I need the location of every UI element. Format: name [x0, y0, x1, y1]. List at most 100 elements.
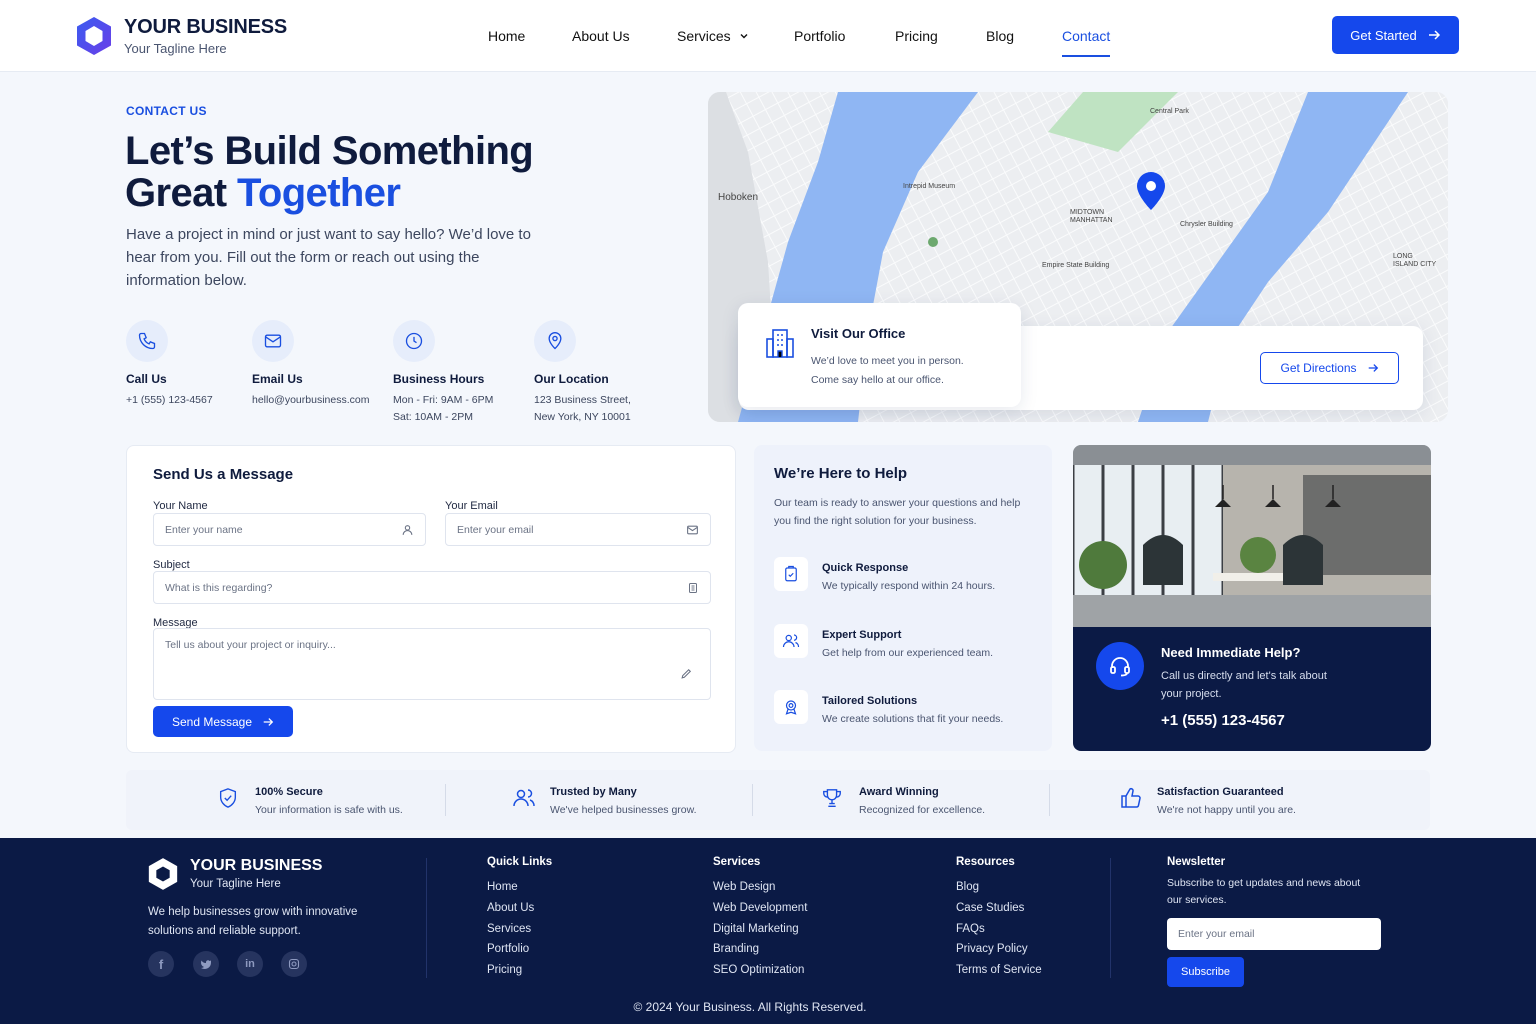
contact-info-value: Mon - Fri: 9AM - 6PM Sat: 10AM - 2PM [393, 394, 494, 423]
site-footer: YOUR BUSINESS Your Tagline Here We help … [0, 838, 1536, 1024]
email-input[interactable]: Enter your email [445, 513, 711, 546]
nav-about[interactable]: About Us [572, 28, 630, 44]
feature-award: Award Winning Recognized for excellence. [821, 786, 985, 816]
brand-name: YOUR BUSINESS [124, 16, 287, 38]
help-item-title: Expert Support [822, 629, 902, 641]
footer-link-branding[interactable]: Branding [713, 943, 759, 955]
hexagon-logo-icon [77, 17, 111, 55]
contact-info-email[interactable]: Email Us hello@yourbusiness.com [252, 320, 369, 409]
immediate-help-phone[interactable]: +1 (555) 123-4567 [1161, 712, 1285, 729]
newsletter-email-input[interactable]: Enter your email [1167, 918, 1381, 950]
linkedin-icon[interactable]: in [237, 951, 263, 977]
footer-link-case-studies[interactable]: Case Studies [956, 902, 1024, 914]
shield-check-icon [219, 788, 237, 808]
get-started-button[interactable]: Get Started [1332, 16, 1459, 54]
footer-link-digital-marketing[interactable]: Digital Marketing [713, 923, 799, 935]
contact-info-value: hello@yourbusiness.com [252, 394, 370, 406]
get-directions-label: Get Directions [1280, 361, 1357, 375]
contact-info-label: Our Location [534, 372, 609, 386]
send-message-button[interactable]: Send Message [153, 706, 293, 737]
subscribe-button[interactable]: Subscribe [1167, 957, 1244, 987]
badge-icon [785, 700, 797, 715]
immediate-help-title: Need Immediate Help? [1161, 645, 1301, 660]
help-title: We’re Here to Help [774, 465, 908, 482]
office-map[interactable]: Hoboken MIDTOWN MANHATTAN Empire State Bu… [708, 92, 1448, 422]
name-placeholder: Enter your name [165, 523, 243, 536]
feature-desc: Your information is safe with us. [255, 804, 403, 816]
get-started-label: Get Started [1350, 27, 1417, 43]
clipboard-check-icon [785, 565, 797, 582]
contact-info-hours: Business Hours Mon - Fri: 9AM - 6PM Sat:… [393, 320, 493, 426]
message-textarea[interactable]: Tell us about your project or inquiry... [153, 628, 711, 700]
brand-logo[interactable]: YOUR BUSINESS Your Tagline Here [76, 16, 287, 56]
contact-info-value: +1 (555) 123-4567 [126, 394, 213, 406]
feature-desc: Recognized for excellence. [859, 804, 986, 816]
headset-icon [1110, 657, 1130, 677]
feature-satisfaction: Satisfaction Guaranteed We're not happy … [1119, 786, 1296, 816]
contact-info-value: 123 Business Street, New York, NY 10001 [534, 394, 631, 423]
name-input[interactable]: Enter your name [153, 513, 426, 546]
thumbs-up-icon [1121, 787, 1141, 808]
subject-label: Subject [153, 559, 190, 571]
location-pin-icon [548, 332, 562, 350]
help-item-desc: Get help from our experienced team. [822, 647, 994, 659]
nav-services[interactable]: Services [677, 28, 749, 44]
facebook-icon[interactable]: f [148, 951, 174, 977]
contact-info-label: Email Us [252, 372, 303, 386]
tailored-solutions-icon-box [774, 690, 808, 724]
footer-link-web-design[interactable]: Web Design [713, 881, 775, 893]
map-label-chrysler: Chrysler Building [1180, 221, 1233, 228]
send-message-label: Send Message [171, 714, 253, 729]
nav-contact[interactable]: Contact [1062, 28, 1111, 57]
contact-info-phone[interactable]: Call Us +1 (555) 123-4567 [126, 320, 213, 409]
footer-brand[interactable]: YOUR BUSINESS Your Tagline Here [148, 857, 322, 891]
feature-trusted: Trusted by Many We've helped businesses … [512, 786, 697, 816]
title-accent: Together [237, 171, 401, 215]
footer-link-portfolio[interactable]: Portfolio [487, 943, 529, 955]
help-desc: Our team is ready to answer your questio… [774, 497, 1021, 527]
trophy-icon [823, 789, 841, 807]
form-title: Send Us a Message [153, 466, 294, 483]
footer-link-web-development[interactable]: Web Development [713, 902, 807, 914]
twitter-icon[interactable] [193, 951, 219, 977]
visit-office-desc-line: We’d love to meet you in person. [811, 355, 964, 367]
nav-home[interactable]: Home [488, 28, 525, 44]
footer-link-pricing[interactable]: Pricing [487, 964, 522, 976]
phone-icon-circle [126, 320, 168, 362]
instagram-icon[interactable] [281, 951, 307, 977]
footer-link-home[interactable]: Home [487, 881, 518, 893]
contact-info-location: Our Location 123 Business Street, New Yo… [534, 320, 631, 426]
get-directions-button[interactable]: Get Directions [1260, 352, 1399, 384]
footer-divider [426, 858, 427, 978]
nav-services-label: Services [677, 28, 731, 44]
contact-form: Send Us a Message Your Name Enter your n… [126, 445, 736, 753]
nav-blog[interactable]: Blog [986, 28, 1014, 44]
feature-divider [752, 784, 753, 816]
footer-link-about[interactable]: About Us [487, 902, 534, 914]
nav-pricing[interactable]: Pricing [895, 28, 938, 44]
immediate-help-desc: Call us directly and let's talk about yo… [1161, 670, 1327, 700]
feature-title: 100% Secure [255, 786, 323, 798]
expert-support-icon-box [774, 624, 808, 658]
footer-brand-tagline: Your Tagline Here [190, 878, 281, 890]
newsletter-desc: Subscribe to get updates and news about … [1167, 877, 1361, 906]
title-line-2: Great Together [125, 172, 645, 214]
visit-office-desc: We’d love to meet you in person. Come sa… [811, 352, 964, 390]
mail-icon-circle [252, 320, 294, 362]
feature-desc: We're not happy until you are. [1157, 804, 1296, 816]
footer-link-privacy[interactable]: Privacy Policy [956, 943, 1028, 955]
feature-divider [1049, 784, 1050, 816]
help-item-desc: We create solutions that fit your needs. [822, 713, 1004, 725]
footer-link-services[interactable]: Services [487, 923, 531, 935]
footer-link-terms[interactable]: Terms of Service [956, 964, 1042, 976]
footer-link-blog[interactable]: Blog [956, 881, 979, 893]
contact-info-label: Call Us [126, 372, 167, 386]
immediate-help-panel: Need Immediate Help? Call us directly an… [1073, 627, 1431, 751]
clock-icon-circle [393, 320, 435, 362]
nav-portfolio[interactable]: Portfolio [794, 28, 845, 44]
help-item-title: Quick Response [822, 562, 909, 574]
footer-link-seo[interactable]: SEO Optimization [713, 964, 804, 976]
footer-link-faqs[interactable]: FAQs [956, 923, 985, 935]
subject-input[interactable]: What is this regarding? [153, 571, 711, 604]
phone-icon [138, 332, 156, 350]
